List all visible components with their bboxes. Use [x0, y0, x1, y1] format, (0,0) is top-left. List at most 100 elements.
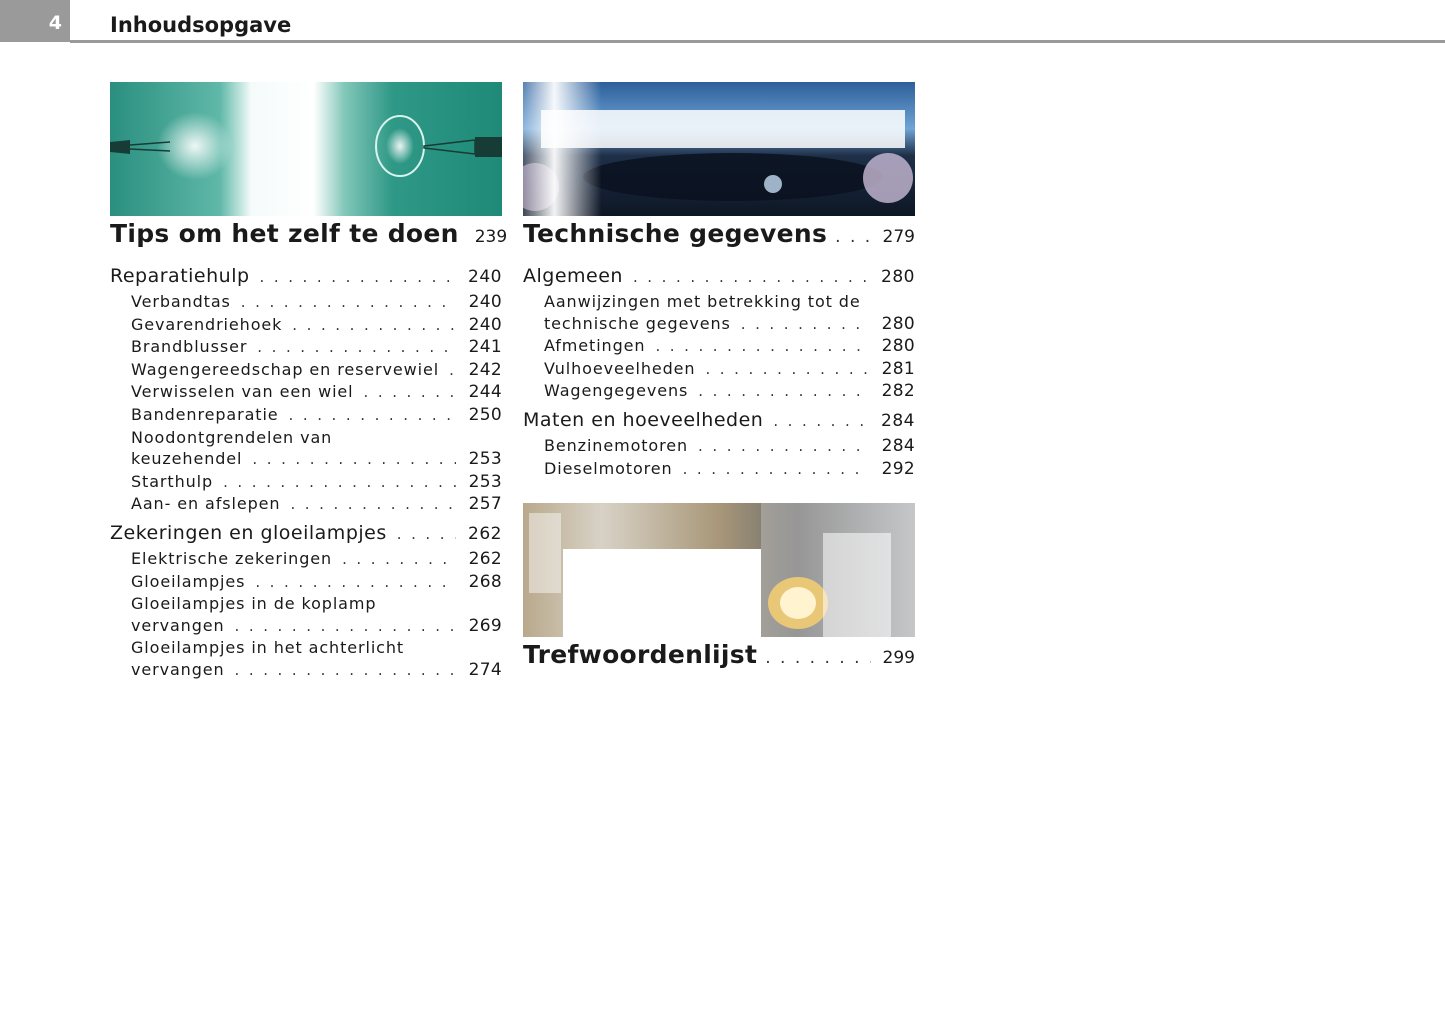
- toc-entry[interactable]: Algemeen . . . . . . . . . . . . . . . .…: [523, 263, 915, 291]
- page-number: 4: [48, 12, 62, 34]
- toc-entry[interactable]: Benzinemotoren . . . . . . . . . . . . .…: [523, 435, 915, 458]
- toc-entry[interactable]: Noodontgrendelen van: [110, 427, 502, 449]
- toc-entry-page: 292: [881, 458, 915, 479]
- page-number-box: 4: [0, 0, 70, 42]
- toc-entry[interactable]: Gloeilampjes in het achterlicht: [110, 637, 502, 659]
- toc-entry[interactable]: Bandenreparatie . . . . . . . . . . . . …: [110, 404, 502, 427]
- header-rule: [70, 40, 1445, 43]
- leader-dots: . . . . . . . . . . . . . . . . . . . . …: [288, 405, 456, 424]
- toc-entry-label: Noodontgrendelen van: [131, 427, 333, 447]
- toc-entry-label: Gloeilampjes: [131, 571, 246, 591]
- toc-entry-page: 284: [881, 410, 915, 431]
- toc-entry-page: 242: [468, 359, 502, 380]
- toc-entry[interactable]: Starthulp . . . . . . . . . . . . . . . …: [110, 471, 502, 494]
- section-page: 239: [474, 227, 508, 247]
- leader-dots: . . . . . . . . . . . . . . . . . . . . …: [682, 459, 869, 478]
- toc-entry[interactable]: Dieselmotoren . . . . . . . . . . . . . …: [523, 458, 915, 481]
- leader-dots: . . . . . . . . . . . . . . . . . . . . …: [632, 268, 869, 286]
- toc-entry-label: Dieselmotoren: [544, 458, 673, 478]
- toc-entry-page: 250: [468, 404, 502, 425]
- leader-dots: . . . . . . . . . . . . . . . . . . . . …: [223, 472, 456, 491]
- section-title[interactable]: Trefwoordenlijst . . . . . . . . . . . .…: [523, 640, 915, 674]
- toc-entry-label: Gevarendriehoek: [131, 314, 283, 334]
- toc-entry-label: Elektrische zekeringen: [131, 548, 333, 568]
- toc-entry[interactable]: Afmetingen . . . . . . . . . . . . . . .…: [523, 335, 915, 358]
- toc-entry-page: 262: [468, 548, 502, 569]
- toc-section-index: Trefwoordenlijst . . . . . . . . . . . .…: [523, 640, 915, 684]
- toc-entry-page: 262: [468, 523, 502, 544]
- toc-entry[interactable]: Zekeringen en gloeilampjes . . . . . . .…: [110, 520, 502, 548]
- leader-dots: . . . . . . . . . . . . . . . . . . . . …: [240, 293, 456, 311]
- toc-entry-label: Wagengereedschap en reservewiel: [131, 359, 440, 379]
- toc-entry[interactable]: Gloeilampjes . . . . . . . . . . . . . .…: [110, 571, 502, 594]
- toc-entry-page: 240: [468, 267, 502, 287]
- leader-dots: . . . . . . . . . . . . . . . . . . . . …: [259, 268, 456, 286]
- toc-entry[interactable]: Aan- en afslepen . . . . . . . . . . . .…: [110, 493, 502, 516]
- toc-entry-page: 284: [881, 435, 915, 456]
- toc-entry-page: 280: [881, 267, 915, 287]
- toc-entry[interactable]: Reparatiehulp . . . . . . . . . . . . . …: [110, 263, 502, 291]
- leader-dots: . . . . . . . . . . . . . . . . . . . . …: [835, 227, 871, 247]
- toc-entry[interactable]: technische gegevens . . . . . . . . . . …: [523, 313, 915, 336]
- toc-entry[interactable]: Gevarendriehoek . . . . . . . . . . . . …: [110, 314, 502, 337]
- toc-entry[interactable]: Verwisselen van een wiel . . . . . . . .…: [110, 381, 502, 404]
- toc-entry-label: Verbandtas: [131, 292, 231, 311]
- toc-entry-label: keuzehendel: [131, 449, 243, 469]
- toc-entry[interactable]: Brandblusser . . . . . . . . . . . . . .…: [110, 336, 502, 359]
- toc-entry-page: 240: [468, 314, 502, 335]
- toc-section-tips: Tips om het zelf te doen 239 Reparatiehu…: [110, 219, 507, 682]
- section-title[interactable]: Tips om het zelf te doen 239: [110, 219, 507, 253]
- toc-entry[interactable]: Vulhoeveelheden . . . . . . . . . . . . …: [523, 358, 915, 381]
- toc-entry[interactable]: vervangen . . . . . . . . . . . . . . . …: [110, 615, 502, 638]
- toc-entry-page: 257: [468, 494, 502, 515]
- toc-entry-label: Starthulp: [131, 471, 214, 491]
- leader-dots: . . . . . . . . . . . . . . . . . . . . …: [655, 337, 869, 356]
- toc-entry[interactable]: Wagengereedschap en reservewiel . . . . …: [110, 359, 502, 382]
- toc-entry-page: 244: [468, 382, 502, 403]
- section-page: 279: [882, 227, 915, 247]
- section-title-text: Tips om het zelf te doen: [110, 219, 459, 248]
- toc-entry[interactable]: Wagengegevens . . . . . . . . . . . . . …: [523, 380, 915, 403]
- toc-entry[interactable]: keuzehendel . . . . . . . . . . . . . . …: [110, 448, 502, 471]
- toc-entry[interactable]: Verbandtas . . . . . . . . . . . . . . .…: [110, 291, 502, 314]
- headlamp-photo: [523, 503, 915, 637]
- toc-entry-label: Benzinemotoren: [544, 435, 689, 455]
- page-title: Inhoudsopgave: [110, 13, 292, 37]
- toc-entry-page: 269: [468, 615, 502, 636]
- toc-entry[interactable]: Aanwijzingen met betrekking tot de: [523, 291, 915, 313]
- toc-section-technical: Technische gegevens . . . . . . . . . . …: [523, 219, 915, 480]
- leader-dots: . . . . . . . . . . . . . . . . . . . . …: [290, 495, 456, 514]
- toc-entry-label: Wagengegevens: [544, 381, 689, 401]
- toc-entry-label: Maten en hoeveelheden: [523, 408, 764, 431]
- section-page: 299: [882, 648, 915, 668]
- section-title-text: Trefwoordenlijst: [523, 640, 758, 669]
- car-photo: [523, 82, 915, 216]
- toc-entry[interactable]: Gloeilampjes in de koplamp: [110, 593, 502, 615]
- toc-entry-page: 240: [468, 292, 502, 312]
- leader-dots: . . . . . . . . . . . . . . . . . . . . …: [698, 436, 869, 455]
- leader-dots: . . . . . . . . . . . . . . . . . . . . …: [292, 315, 456, 334]
- toc-entry-page: 280: [881, 336, 915, 357]
- toc-entry-label: Gloeilampjes in het achterlicht: [131, 638, 405, 658]
- toc-entry-label: Algemeen: [523, 265, 623, 287]
- toc-entry-page: 281: [881, 358, 915, 379]
- leader-dots: . . . . . . . . . . . . . . . . . . . . …: [363, 383, 456, 402]
- toc-entry-label: vervangen: [131, 659, 225, 679]
- toc-entry-label: Afmetingen: [544, 336, 646, 356]
- toc-entry[interactable]: vervangen . . . . . . . . . . . . . . . …: [110, 659, 502, 682]
- leader-dots: . . . . . . . . . . . . . . . . . . . . …: [449, 360, 456, 379]
- toc-entry-label: Zekeringen en gloeilampjes: [110, 521, 387, 544]
- section-title[interactable]: Technische gegevens . . . . . . . . . . …: [523, 219, 915, 253]
- toc-entry-label: Aan- en afslepen: [131, 494, 281, 514]
- toc-entry-page: 253: [468, 449, 502, 470]
- toc-entry-label: technische gegevens: [544, 313, 731, 333]
- toc-entry-page: 241: [468, 337, 502, 358]
- leader-dots: . . . . . . . . . . . . . . . . . . . . …: [396, 524, 456, 543]
- toc-entry-page: 280: [881, 313, 915, 334]
- toc-entry-label: Gloeilampjes in de koplamp: [131, 594, 377, 614]
- leader-dots: . . . . . . . . . . . . . . . . . . . . …: [234, 660, 456, 679]
- toc-entry[interactable]: Maten en hoeveelheden . . . . . . . . . …: [523, 407, 915, 435]
- leader-dots: . . . . . . . . . . . . . . . . . . . . …: [765, 648, 871, 668]
- leader-dots: . . . . . . . . . . . . . . . . . . . . …: [698, 382, 869, 401]
- toc-entry[interactable]: Elektrische zekeringen . . . . . . . . .…: [110, 548, 502, 571]
